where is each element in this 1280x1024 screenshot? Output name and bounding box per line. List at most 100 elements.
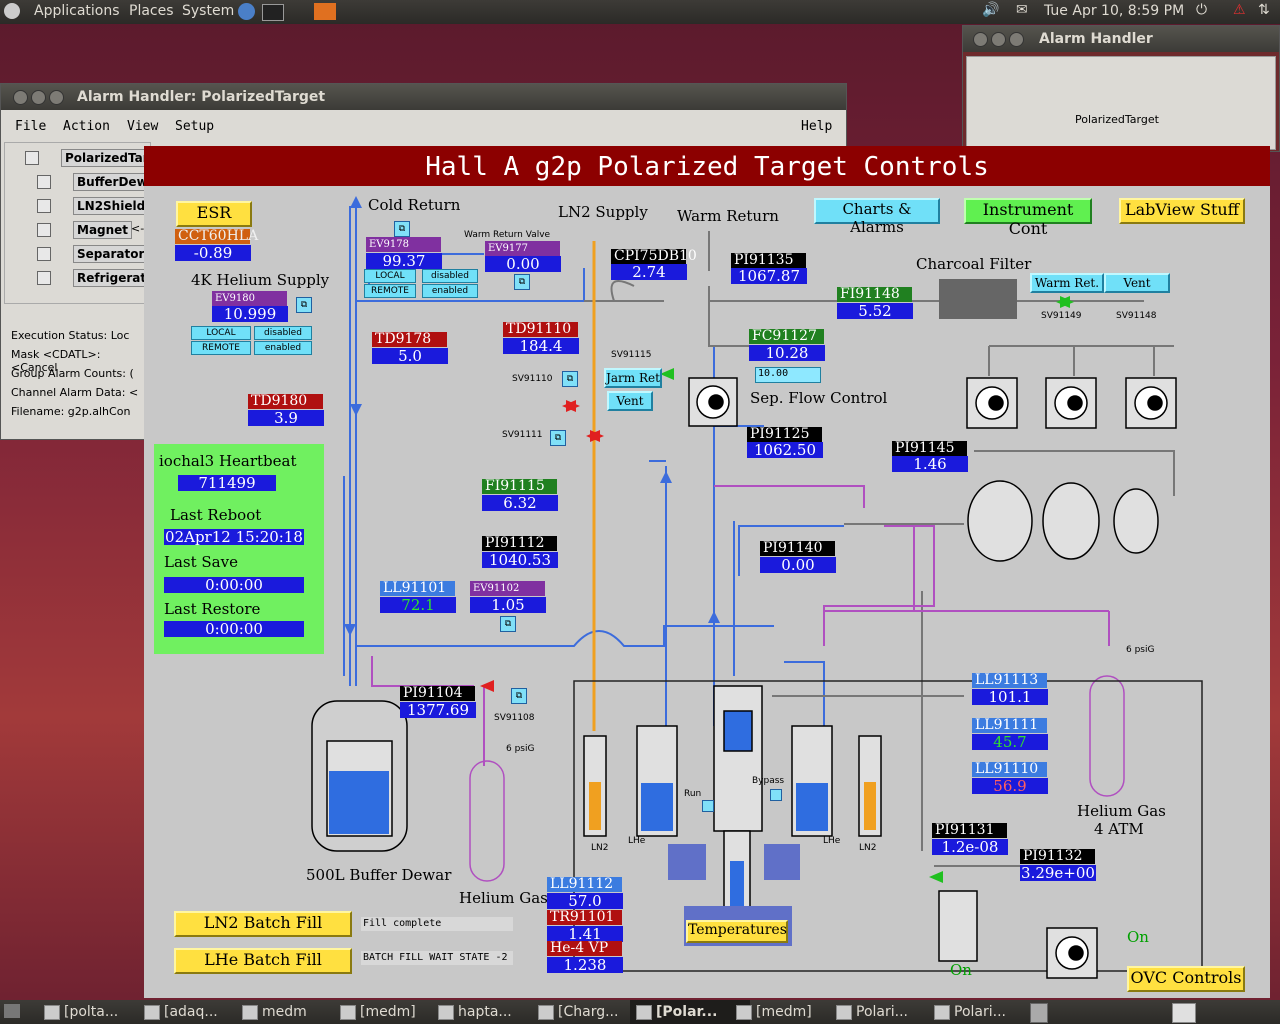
lhe-batch-fill-button[interactable]: LHe Batch Fill	[174, 948, 352, 974]
workspace-switcher[interactable]	[1172, 1003, 1196, 1023]
pv-pi91140-value: 0.00	[760, 557, 836, 573]
ln2-batch-fill-button[interactable]: LN2 Batch Fill	[174, 911, 352, 937]
related-display-icon[interactable]: ⧉	[500, 616, 516, 632]
last-restore-value: 0:00:00	[164, 621, 304, 637]
ovc-controls-button[interactable]: OVC Controls	[1127, 966, 1245, 992]
group-checkbox[interactable]	[37, 247, 51, 261]
related-display-icon[interactable]: ⧉	[296, 297, 312, 313]
vent-top-button[interactable]: Vent	[1104, 273, 1170, 293]
pv-fi91148-name: FI91148	[837, 287, 912, 302]
jarm-ret-button[interactable]: Jarm Ret	[604, 368, 662, 388]
pv-pi91145-value: 1.46	[892, 456, 968, 472]
bottom-taskbar: [polta... [adaq... medm [medm] hapta... …	[0, 1000, 1280, 1024]
run-label: Run	[684, 789, 702, 799]
related-display-icon[interactable]: ⧉	[511, 688, 527, 704]
gnome-foot-icon[interactable]	[4, 3, 20, 19]
related-display-icon[interactable]: ⧉	[550, 430, 566, 446]
instrument-control-button[interactable]: Instrument Cont	[964, 198, 1092, 238]
maximize-button[interactable]	[49, 90, 64, 105]
pv-pi91125-name: PI91125	[747, 427, 822, 442]
alarm-handler-small-titlebar[interactable]: Alarm Handler	[963, 26, 1279, 52]
maximize-button[interactable]	[1009, 32, 1024, 47]
psig-right-label: 6 psiG	[1126, 645, 1155, 655]
menu-file[interactable]: File	[15, 119, 46, 134]
group-checkbox[interactable]	[37, 271, 51, 285]
enabled-button[interactable]: enabled	[422, 284, 478, 298]
network-icon[interactable]: ⇅	[1258, 2, 1270, 18]
psig-left-label: 6 psiG	[506, 744, 535, 754]
remote-button[interactable]: REMOTE	[191, 341, 251, 355]
charts-alarms-button[interactable]: Charts & Alarms	[814, 198, 940, 236]
bypass-label: Bypass	[752, 776, 785, 786]
pv-fi91115-value: 6.32	[482, 495, 558, 511]
minimize-button[interactable]	[31, 90, 46, 105]
pv-ev9180-name: EV9180	[212, 291, 287, 306]
related-display-icon[interactable]	[702, 800, 714, 812]
pv-cct60hla-value: -0.89	[175, 245, 251, 261]
related-display-icon[interactable]: ⧉	[394, 221, 410, 237]
menu-help[interactable]: Help	[801, 119, 832, 134]
folder-launcher-icon[interactable]	[314, 3, 336, 20]
menu-setup[interactable]: Setup	[175, 119, 214, 134]
menubar: File Action View Setup Help	[1, 114, 846, 140]
group-separator[interactable]: Separator	[73, 245, 149, 263]
window-icon	[836, 1005, 852, 1020]
heartbeat-panel: iochal3 Heartbeat 711499 Last Reboot 02A…	[154, 444, 324, 654]
fc91127-setpoint-input[interactable]: 10.00	[755, 367, 821, 383]
warm-ret-button[interactable]: Warm Ret.	[1030, 273, 1104, 293]
power-icon[interactable]: ⏻	[1196, 2, 1207, 18]
group-ln2shield[interactable]: LN2Shield	[73, 197, 150, 215]
trash-icon[interactable]	[1030, 1003, 1048, 1023]
pv-he4vp-value: 1.238	[547, 957, 623, 973]
window-title: Alarm Handler	[1039, 31, 1153, 47]
sep-flow-control-label: Sep. Flow Control	[750, 389, 888, 407]
related-display-icon[interactable]: ⧉	[514, 274, 530, 290]
labview-button[interactable]: LabView Stuff	[1119, 198, 1245, 224]
esr-button[interactable]: ESR	[176, 201, 252, 227]
close-button[interactable]	[13, 90, 28, 105]
enabled-button[interactable]: enabled	[254, 341, 312, 355]
he-supply-label: 4K Helium Supply	[191, 271, 330, 289]
pv-td91110-name: TD91110	[503, 322, 578, 337]
group-magnet[interactable]: Magnet	[73, 221, 133, 239]
group-checkbox[interactable]	[25, 151, 39, 165]
filename: Filename: g2p.alhCon	[11, 405, 131, 418]
ln2-tank-label: LN2	[859, 843, 877, 853]
alarm-handler-titlebar[interactable]: Alarm Handler: PolarizedTarget	[1, 84, 846, 110]
valve-sv91108-label: SV91108	[494, 713, 535, 723]
group-checkbox[interactable]	[37, 199, 51, 213]
show-desktop-icon[interactable]	[4, 1004, 20, 1018]
menu-view[interactable]: View	[127, 119, 158, 134]
vent-mid-button[interactable]: Vent	[607, 391, 653, 411]
menu-system[interactable]: System	[182, 3, 234, 19]
group-tree: PolarizedTarge BufferDewa LN2Shield Magn…	[4, 142, 170, 304]
volume-icon[interactable]: 🔊	[982, 2, 999, 18]
pv-ll91112-name: LL91112	[547, 877, 622, 892]
related-display-icon[interactable]: ⧉	[562, 371, 578, 387]
group-checkbox[interactable]	[37, 175, 51, 189]
pv-pi91132-value: 3.29e+00	[1020, 864, 1096, 882]
clock[interactable]: Tue Apr 10, 8:59 PM	[1044, 3, 1184, 19]
pv-pi91135-value: 1067.87	[731, 268, 807, 284]
related-display-icon[interactable]	[770, 789, 782, 801]
pv-fc91127-value: 10.28	[749, 345, 825, 361]
temperatures-button[interactable]: Temperatures	[686, 920, 788, 943]
pv-pi91140-name: PI91140	[760, 541, 835, 556]
remote-button[interactable]: REMOTE	[364, 284, 416, 298]
warning-icon[interactable]: ⚠	[1233, 2, 1246, 18]
group-button[interactable]: PolarizedTarget	[1075, 113, 1159, 126]
window-icon	[636, 1005, 652, 1020]
menu-applications[interactable]: Applications	[34, 3, 120, 19]
pv-pi91131-value: 1.2e-08	[932, 839, 1008, 855]
menu-places[interactable]: Places	[129, 3, 174, 19]
browser-launcher-icon[interactable]	[238, 3, 255, 20]
minimize-button[interactable]	[991, 32, 1006, 47]
menu-action[interactable]: Action	[63, 119, 110, 134]
disabled-indicator: disabled	[422, 269, 478, 283]
terminal-launcher-icon[interactable]	[262, 4, 284, 21]
mail-icon[interactable]: ✉	[1016, 2, 1028, 18]
group-checkbox[interactable]	[37, 223, 51, 237]
pv-pi91131-name: PI91131	[932, 823, 1007, 838]
window-icon	[934, 1005, 950, 1020]
close-button[interactable]	[973, 32, 988, 47]
